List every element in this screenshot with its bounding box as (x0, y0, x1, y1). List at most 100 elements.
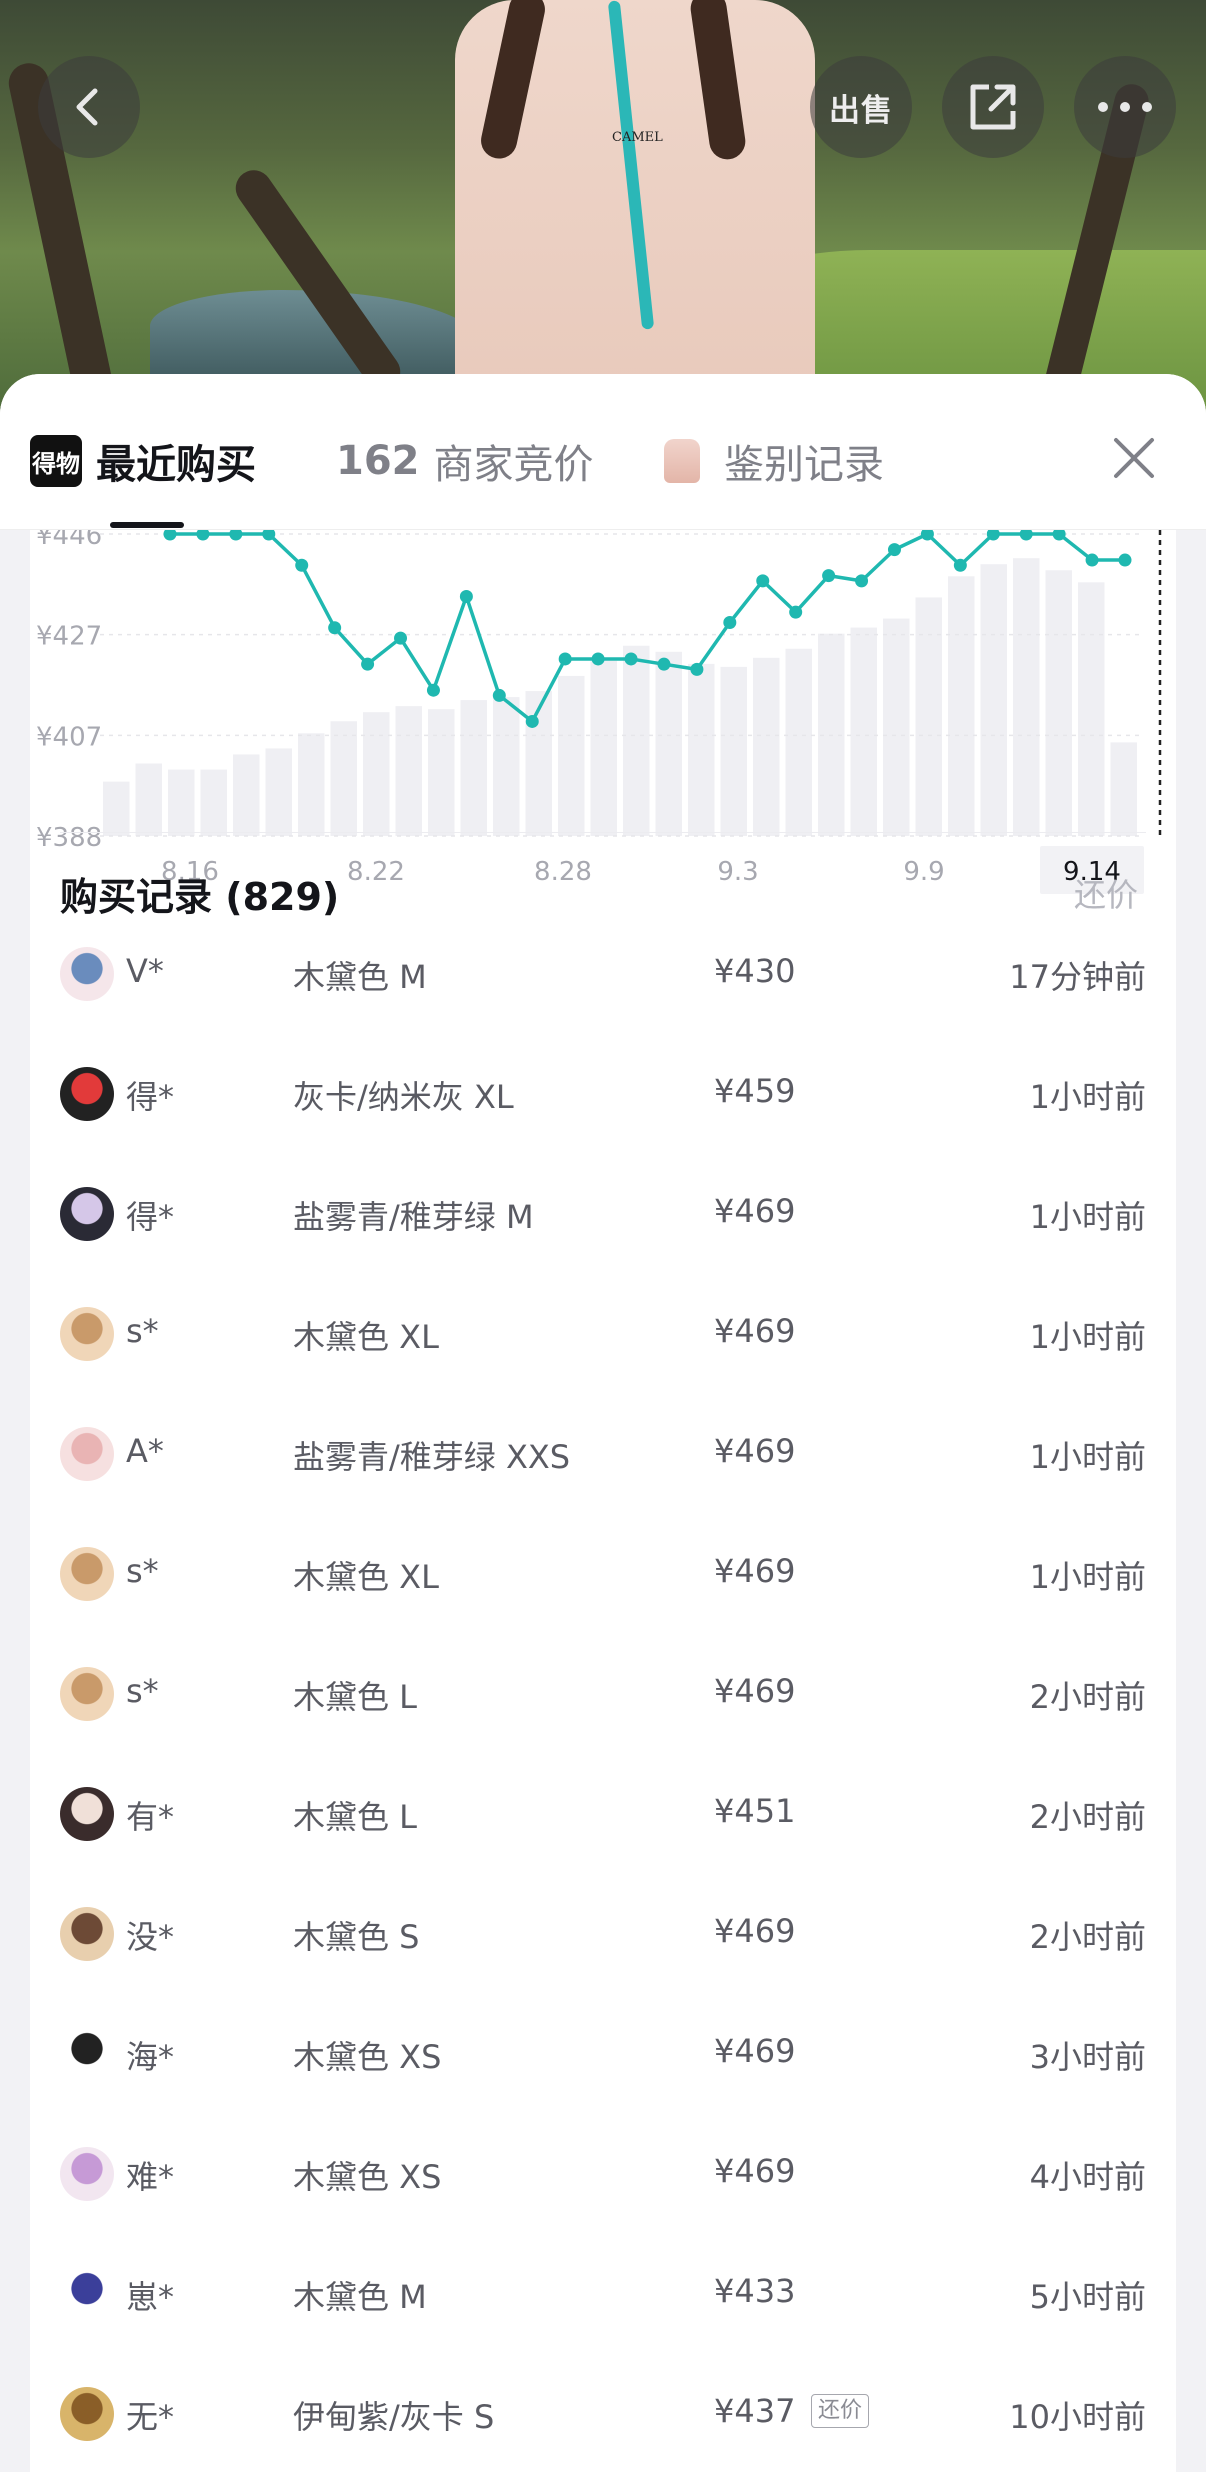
volume-bar (1013, 558, 1040, 836)
purchase-time: 5小时前 (1029, 2278, 1146, 2316)
purchase-price: ¥433 (714, 2272, 796, 2310)
purchase-price: ¥459 (714, 1072, 796, 1110)
close-icon[interactable] (1110, 434, 1158, 482)
record-row[interactable]: 有* 木黛色 L ¥451 2小时前 (30, 1754, 1176, 1874)
y-tick-label: ¥388 (36, 823, 102, 853)
purchase-price: ¥469 (714, 1552, 796, 1590)
price-point (295, 558, 309, 572)
price-point (196, 530, 210, 541)
volume-bar (200, 769, 227, 836)
volume-bar (363, 712, 390, 836)
purchase-time: 2小时前 (1029, 1798, 1146, 1836)
purchase-price: ¥469 (714, 1912, 796, 1950)
volume-bar (1078, 582, 1105, 836)
share-button[interactable] (942, 56, 1044, 158)
product-variant: 木黛色 L (293, 1678, 418, 1716)
price-point (558, 652, 572, 666)
record-row[interactable]: s* 木黛色 XL ¥469 1小时前 (30, 1274, 1176, 1394)
price-point (328, 621, 342, 635)
volume-bar (460, 700, 487, 836)
tab-recent-purchase[interactable]: 得物 最近购买 (30, 432, 256, 490)
tab-merchant-bidding[interactable]: 162 商家竞价 (336, 432, 594, 490)
volume-bar (330, 721, 357, 836)
record-row[interactable]: 没* 木黛色 S ¥469 2小时前 (30, 1874, 1176, 1994)
purchase-price: ¥469 (714, 1312, 796, 1350)
volume-bar (168, 769, 195, 836)
more-button[interactable] (1074, 56, 1176, 158)
purchase-time: 2小时前 (1029, 1678, 1146, 1716)
purchase-time: 2小时前 (1029, 1918, 1146, 1956)
product-variant: 木黛色 M (293, 958, 427, 996)
purchase-price: ¥451 (714, 1792, 796, 1830)
record-row[interactable]: 难* 木黛色 XS ¥469 4小时前 (30, 2114, 1176, 2234)
y-tick-label: ¥407 (36, 722, 102, 752)
bidding-count: 162 (336, 438, 420, 484)
volume-bar (850, 627, 877, 836)
price-point (789, 605, 803, 619)
volume-bar (265, 748, 292, 836)
price-point (525, 714, 539, 728)
tab-authentication[interactable]: 鉴别记录 (664, 432, 884, 490)
product-variant: 木黛色 XS (293, 2158, 442, 2196)
dewu-logo-icon: 得物 (30, 435, 82, 487)
purchase-time: 1小时前 (1029, 1318, 1146, 1356)
purchase-time: 3小时前 (1029, 2038, 1146, 2076)
record-row[interactable]: 崽* 木黛色 M ¥433 5小时前 (30, 2234, 1176, 2354)
volume-bar (493, 697, 520, 836)
purchase-time: 1小时前 (1029, 1198, 1146, 1236)
user-name: s* (126, 1312, 159, 1350)
tab-recent-purchase-label: 最近购买 (96, 442, 256, 488)
price-point (1019, 530, 1033, 541)
user-name: s* (126, 1552, 159, 1590)
user-name: s* (126, 1672, 159, 1710)
camel-logo: CAMEL (612, 130, 663, 145)
y-tick-label: ¥427 (36, 622, 102, 652)
record-row[interactable]: 得* 灰卡/纳米灰 XL ¥459 1小时前 (30, 1034, 1176, 1154)
record-row[interactable]: s* 木黛色 XL ¥469 1小时前 (30, 1514, 1176, 1634)
purchase-time: 17分钟前 (1009, 958, 1146, 996)
product-variant: 盐雾青/稚芽绿 XXS (293, 1438, 571, 1476)
user-avatar (60, 1427, 114, 1481)
price-point (459, 589, 473, 603)
volume-bar (720, 666, 747, 836)
price-point (1118, 553, 1132, 567)
product-variant: 伊甸紫/灰卡 S (293, 2398, 495, 2436)
purchase-time: 10小时前 (1009, 2398, 1146, 2436)
user-avatar (60, 1907, 114, 1961)
record-row[interactable]: 得* 盐雾青/稚芽绿 M ¥469 1小时前 (30, 1154, 1176, 1274)
price-trend-chart: ¥446¥427¥407¥3888.16 8.22 8.28 9.3 9.9 9.14 (30, 530, 1176, 900)
user-avatar (60, 1067, 114, 1121)
counter-offer-tag: 还价 (811, 2394, 870, 2428)
product-variant: 木黛色 L (293, 1798, 418, 1836)
user-avatar (60, 1667, 114, 1721)
volume-bar (785, 648, 812, 836)
user-name: 得* (126, 1078, 175, 1116)
user-name: 没* (126, 1918, 175, 1956)
x-tick-label: 8.28 (534, 857, 592, 887)
product-variant: 木黛色 XL (293, 1558, 439, 1596)
volume-bar (395, 706, 422, 836)
volume-bar (233, 754, 260, 836)
price-point (163, 530, 177, 541)
record-row[interactable]: 无* 伊甸紫/灰卡 S ¥437 10小时前 还价 (30, 2354, 1176, 2472)
back-button[interactable] (38, 56, 140, 158)
record-row[interactable]: V* 木黛色 M ¥430 17分钟前 (30, 914, 1176, 1034)
volume-bar (1110, 742, 1137, 836)
sell-button[interactable]: 出售 (810, 56, 912, 158)
volume-bar (753, 657, 780, 836)
x-tick-label: 8.22 (347, 857, 405, 887)
active-tab-indicator (110, 522, 184, 528)
record-row[interactable]: s* 木黛色 L ¥469 2小时前 (30, 1634, 1176, 1754)
user-avatar (60, 2027, 114, 2081)
price-point (229, 530, 243, 541)
price-point (756, 574, 770, 588)
counter-offer-link[interactable]: 还价 (1074, 870, 1138, 916)
user-avatar (60, 1547, 114, 1601)
sell-label: 出售 (829, 92, 893, 129)
user-avatar (60, 2267, 114, 2321)
record-row[interactable]: 海* 木黛色 XS ¥469 3小时前 (30, 1994, 1176, 2114)
record-row[interactable]: A* 盐雾青/稚芽绿 XXS ¥469 1小时前 (30, 1394, 1176, 1514)
volume-bar (428, 709, 455, 836)
price-point (887, 543, 901, 557)
purchase-price: ¥469 (714, 2152, 796, 2190)
